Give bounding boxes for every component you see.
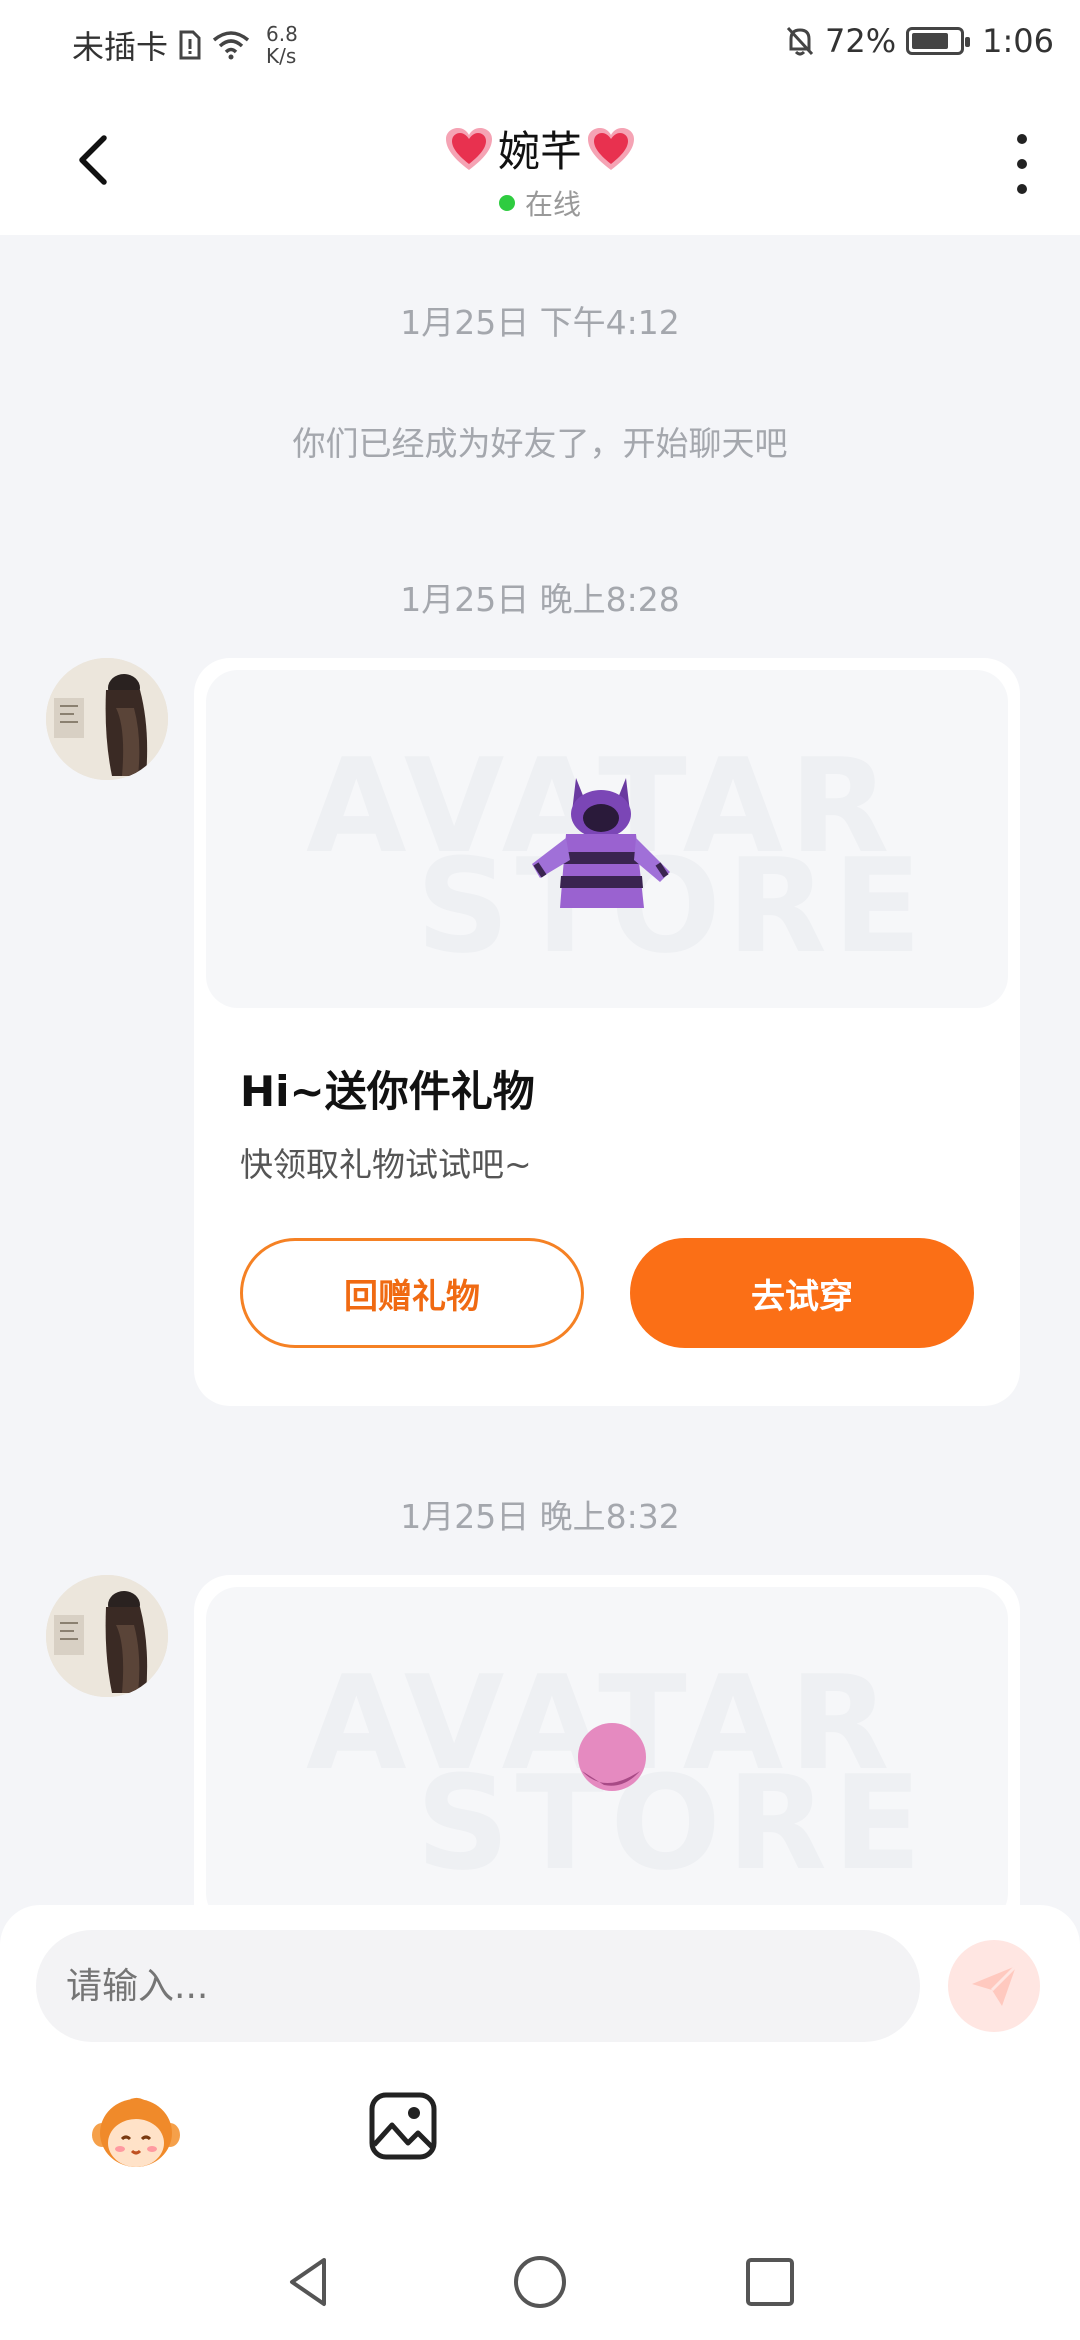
battery-fill	[912, 33, 949, 49]
watermark-text: STORE	[416, 1747, 928, 1899]
online-dot	[498, 195, 515, 211]
online-status: 在线	[0, 183, 1080, 223]
network-speed: 6.8 K/s	[266, 23, 298, 67]
gift-title: Hi~送你件礼物	[240, 1067, 535, 1116]
gift-card: AVATAR STORE Hi~送你件礼物 快领取礼物试试吧~ 回赠礼物 去试穿	[194, 658, 1020, 1406]
online-text: 在线	[524, 188, 581, 221]
heart-icon	[588, 127, 634, 170]
send-button[interactable]	[948, 1940, 1040, 2032]
contact-name: 婉芊	[497, 127, 582, 176]
gift-subtitle: 快领取礼物试试吧~	[240, 1145, 532, 1184]
speed-value: 6.8	[266, 22, 298, 46]
avatar[interactable]	[46, 658, 168, 780]
chat-header: 婉芊 在线	[0, 90, 1080, 235]
nav-recents-icon[interactable]	[740, 2252, 800, 2312]
wifi-icon	[212, 31, 250, 60]
heart-icon	[445, 127, 492, 170]
speed-unit: K/s	[266, 44, 297, 68]
gift-preview: AVATAR STORE	[206, 1587, 1008, 1925]
send-icon	[972, 1964, 1018, 2006]
emoji-avatar-icon[interactable]	[88, 2083, 184, 2179]
sim-alert-icon	[179, 30, 201, 60]
title-block: 婉芊 在线	[0, 118, 1080, 223]
nav-back-icon[interactable]	[280, 2252, 340, 2312]
avatar-image	[46, 658, 168, 780]
timestamp: 1月25日 晚上8:32	[400, 1497, 680, 1536]
system-nav-bar	[0, 2230, 1080, 2340]
status-right: 72% 1:06	[785, 22, 1054, 60]
avatar[interactable]	[46, 1575, 168, 1697]
message-input[interactable]	[36, 1930, 920, 2042]
image-icon[interactable]	[368, 2091, 438, 2161]
carrier-label: 未插卡	[72, 28, 169, 66]
nav-home-icon[interactable]	[510, 2252, 570, 2312]
status-left: 未插卡 6.8 K/s	[72, 22, 298, 68]
battery-icon	[906, 27, 971, 55]
hoodie-gift-image	[532, 778, 670, 908]
more-vert-icon[interactable]	[1014, 134, 1030, 194]
bell-muted-icon	[786, 26, 814, 56]
system-message: 你们已经成为好友了，开始聊天吧	[292, 424, 788, 463]
loading-ball-icon	[578, 1723, 646, 1791]
try-on-button[interactable]: 去试穿	[630, 1238, 974, 1348]
return-gift-button[interactable]: 回赠礼物	[240, 1238, 584, 1348]
contact-title: 婉芊	[444, 118, 636, 179]
gift-preview: AVATAR STORE	[206, 670, 1008, 1008]
avatar-image	[46, 1575, 168, 1697]
battery-percent: 72%	[825, 22, 897, 60]
timestamp: 1月25日 晚上8:28	[400, 580, 680, 619]
clock: 1:06	[982, 22, 1054, 60]
timestamp: 1月25日 下午4:12	[400, 303, 680, 342]
status-bar: 未插卡 6.8 K/s 72% 1:06	[0, 0, 1080, 90]
